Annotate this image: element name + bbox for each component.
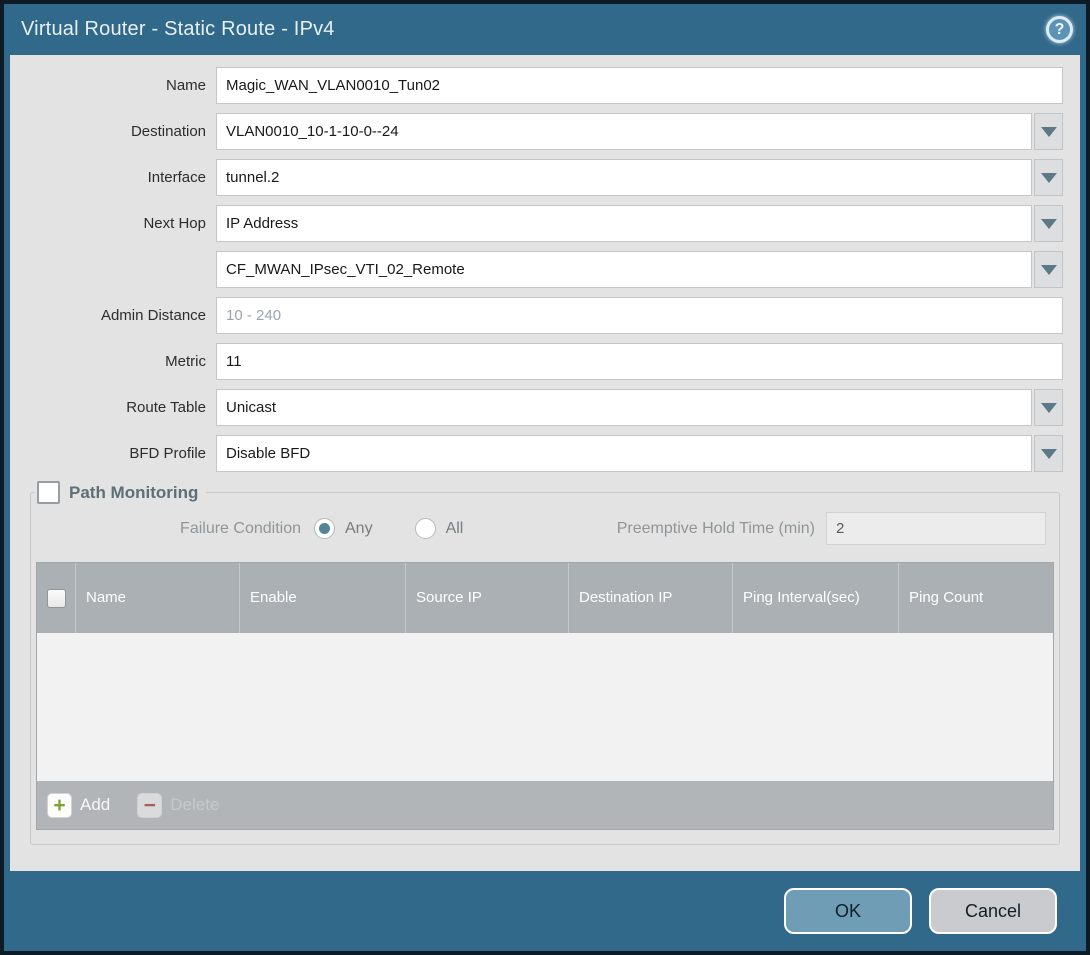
bfd-profile-label: BFD Profile bbox=[25, 445, 216, 462]
column-header-destination-ip: Destination IP bbox=[568, 563, 732, 633]
admin-distance-label: Admin Distance bbox=[25, 307, 216, 324]
column-header-enable: Enable bbox=[239, 563, 405, 633]
admin-distance-input[interactable] bbox=[216, 297, 1063, 334]
cancel-button[interactable]: Cancel bbox=[929, 888, 1057, 934]
column-header-ping-interval: Ping Interval(sec) bbox=[732, 563, 898, 633]
delete-minus-icon: − bbox=[137, 793, 162, 818]
table-header-row: Name Enable Source IP Destination IP Pin… bbox=[37, 563, 1053, 633]
chevron-down-icon bbox=[1041, 449, 1057, 459]
path-monitoring-checkbox[interactable] bbox=[37, 481, 60, 504]
select-all-checkbox[interactable] bbox=[47, 589, 66, 608]
route-table-label: Route Table bbox=[25, 399, 216, 416]
preemptive-hold-time-input[interactable] bbox=[826, 512, 1046, 545]
path-monitoring-section: Path Monitoring Failure Condition Any Al… bbox=[30, 481, 1060, 845]
route-table-dropdown-button[interactable] bbox=[1034, 389, 1063, 426]
path-monitoring-title: Path Monitoring bbox=[69, 483, 198, 503]
destination-dropdown-button[interactable] bbox=[1034, 113, 1063, 150]
metric-input[interactable] bbox=[216, 343, 1063, 380]
name-label: Name bbox=[25, 77, 216, 94]
failure-condition-label: Failure Condition bbox=[35, 520, 314, 538]
dialog-title: Virtual Router - Static Route - IPv4 bbox=[21, 18, 335, 41]
table-body-empty bbox=[37, 633, 1053, 781]
add-plus-icon: + bbox=[47, 793, 72, 818]
form-row-metric: Metric bbox=[25, 343, 1063, 380]
add-button-label: Add bbox=[80, 795, 110, 815]
dialog-window: Virtual Router - Static Route - IPv4 ? N… bbox=[4, 4, 1086, 951]
form-row-destination: Destination bbox=[25, 113, 1063, 150]
chevron-down-icon bbox=[1041, 219, 1057, 229]
ok-button[interactable]: OK bbox=[784, 888, 912, 934]
chevron-down-icon bbox=[1041, 173, 1057, 183]
form-row-route-table: Route Table bbox=[25, 389, 1063, 426]
form-row-interface: Interface bbox=[25, 159, 1063, 196]
dialog-content: Name Destination Interface bbox=[10, 55, 1080, 871]
destination-input[interactable] bbox=[216, 113, 1032, 150]
bfd-profile-dropdown-button[interactable] bbox=[1034, 435, 1063, 472]
select-all-cell bbox=[37, 563, 75, 633]
column-header-source-ip: Source IP bbox=[405, 563, 568, 633]
interface-dropdown-button[interactable] bbox=[1034, 159, 1063, 196]
next-hop-label: Next Hop bbox=[25, 215, 216, 232]
path-monitoring-legend: Path Monitoring bbox=[35, 481, 206, 504]
destination-label: Destination bbox=[25, 123, 216, 140]
next-hop-address-input[interactable] bbox=[216, 251, 1032, 288]
table-footer-bar: + Add − Delete bbox=[37, 781, 1053, 829]
form-row-next-hop: Next Hop bbox=[25, 205, 1063, 242]
next-hop-type-input[interactable] bbox=[216, 205, 1032, 242]
delete-button[interactable]: − Delete bbox=[137, 793, 219, 818]
form-row-name: Name bbox=[25, 67, 1063, 104]
form-area: Name Destination Interface bbox=[10, 67, 1080, 472]
chevron-down-icon bbox=[1041, 265, 1057, 275]
failure-condition-all-label: All bbox=[446, 520, 464, 538]
help-icon[interactable]: ? bbox=[1046, 16, 1073, 43]
interface-label: Interface bbox=[25, 169, 216, 186]
name-input[interactable] bbox=[216, 67, 1063, 104]
failure-condition-all-radio[interactable] bbox=[415, 518, 436, 539]
form-row-next-hop-value bbox=[25, 251, 1063, 288]
add-button[interactable]: + Add bbox=[47, 793, 110, 818]
chevron-down-icon bbox=[1041, 403, 1057, 413]
delete-button-label: Delete bbox=[170, 795, 219, 815]
form-row-admin-distance: Admin Distance bbox=[25, 297, 1063, 334]
next-hop-address-dropdown-button[interactable] bbox=[1034, 251, 1063, 288]
title-bar: Virtual Router - Static Route - IPv4 ? bbox=[4, 4, 1086, 55]
path-monitoring-table: Name Enable Source IP Destination IP Pin… bbox=[36, 562, 1054, 830]
next-hop-type-dropdown-button[interactable] bbox=[1034, 205, 1063, 242]
metric-label: Metric bbox=[25, 353, 216, 370]
chevron-down-icon bbox=[1041, 127, 1057, 137]
interface-input[interactable] bbox=[216, 159, 1032, 196]
bfd-profile-input[interactable] bbox=[216, 435, 1032, 472]
failure-condition-any-label: Any bbox=[345, 520, 373, 538]
failure-condition-any-radio[interactable] bbox=[314, 518, 335, 539]
preemptive-hold-time-label: Preemptive Hold Time (min) bbox=[617, 520, 826, 538]
route-table-input[interactable] bbox=[216, 389, 1032, 426]
form-row-bfd-profile: BFD Profile bbox=[25, 435, 1063, 472]
failure-condition-row: Failure Condition Any All Preemptive Hol… bbox=[35, 512, 1055, 545]
column-header-name: Name bbox=[75, 563, 239, 633]
column-header-ping-count: Ping Count bbox=[898, 563, 1053, 633]
dialog-action-bar: OK Cancel bbox=[4, 871, 1086, 951]
